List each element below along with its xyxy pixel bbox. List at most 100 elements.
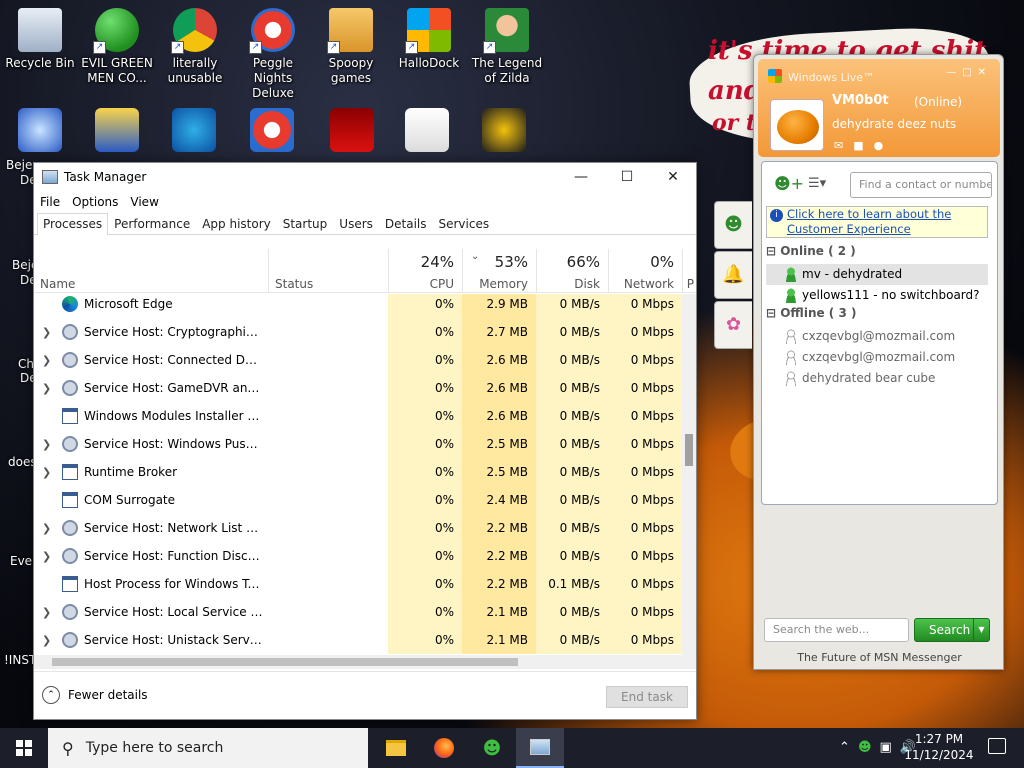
close-button[interactable]: ✕	[650, 163, 696, 191]
desktop-icon[interactable]: ↗ Peggle Nights Deluxe	[233, 8, 313, 101]
title-bar[interactable]: Task Manager — ☐ ✕	[34, 163, 696, 191]
messenger-taskbar-button[interactable]: ☻	[468, 728, 516, 768]
desktop-icon[interactable]: ↗ HalloDock	[389, 8, 469, 71]
add-contact-icon[interactable]: ☻+	[774, 174, 804, 193]
minimize-button[interactable]: —	[558, 163, 604, 191]
column-memory[interactable]: ⌄ 53% Memory	[462, 249, 536, 293]
table-row[interactable]: 0% 2.6 MB 0 MB/s 0 Mbps ❯ Service Host: Conne…	[34, 346, 682, 374]
desktop-partial-label[interactable]: Ch	[18, 357, 34, 371]
chevron-right-icon[interactable]: ❯	[42, 326, 51, 339]
chevron-right-icon[interactable]: ❯	[42, 522, 51, 535]
collapse-icon[interactable]: ⊟	[766, 244, 780, 258]
maximize-button[interactable]: ☐	[604, 163, 650, 191]
desktop-icon[interactable]	[330, 108, 374, 152]
contact-item[interactable]: cxzqevbgl@mozmail.com	[766, 326, 988, 347]
chevron-right-icon[interactable]: ❯	[42, 606, 51, 619]
menu-file[interactable]: File	[40, 195, 60, 209]
online-status[interactable]: (Online)	[914, 95, 962, 109]
start-button[interactable]	[0, 728, 48, 768]
contact-search-input[interactable]: Find a contact or numbe	[850, 172, 992, 198]
desktop-icon[interactable]	[482, 108, 526, 152]
contact-group-header[interactable]: ⊟ Offline ( 3 )	[766, 306, 856, 320]
chevron-right-icon[interactable]: ❯	[42, 466, 51, 479]
desktop-icon[interactable]: ↗ literally unusable	[155, 8, 235, 86]
web-search-input[interactable]: Search the web...	[764, 618, 909, 642]
desktop-icon[interactable]	[18, 108, 62, 152]
notification-icon[interactable]	[988, 738, 1006, 754]
fewer-details-button[interactable]: ⌃ Fewer details	[42, 686, 148, 704]
end-task-button[interactable]: End task	[606, 686, 688, 708]
menu-view[interactable]: View	[130, 195, 158, 209]
table-row[interactable]: 0% 2.6 MB 0 MB/s 0 Mbps Windows Modules Inst…	[34, 402, 682, 430]
task-manager-taskbar-button[interactable]	[516, 728, 564, 768]
firefox-taskbar-button[interactable]	[420, 728, 468, 768]
column-network[interactable]: 0% Network	[608, 249, 682, 293]
web-search-button[interactable]: Search ▼	[914, 618, 990, 642]
column-disk[interactable]: 66% Disk	[536, 249, 608, 293]
display-name[interactable]: VM0b0t	[832, 93, 889, 108]
chevron-right-icon[interactable]: ❯	[42, 382, 51, 395]
desktop-icon[interactable]: ↗ The Legend of Zilda	[467, 8, 547, 86]
view-options-icon[interactable]: ☰▾	[808, 176, 826, 191]
chevron-right-icon[interactable]: ❯	[42, 354, 51, 367]
scroll-thumb[interactable]	[685, 434, 693, 466]
file-explorer-taskbar-button[interactable]	[372, 728, 420, 768]
desktop-icon[interactable]	[172, 108, 216, 152]
banner-link[interactable]: Customer Experience	[787, 222, 987, 237]
contact-item[interactable]: mv - dehydrated	[766, 264, 988, 285]
personal-message[interactable]: dehydrate deez nuts	[832, 117, 956, 131]
tab-processes[interactable]: Processes	[37, 213, 109, 235]
network-icon[interactable]: ▣	[880, 740, 900, 755]
desktop-icon[interactable]	[405, 108, 449, 152]
avatar[interactable]	[770, 99, 824, 151]
table-row[interactable]: 0% 2.1 MB 0 MB/s 0 Mbps ❯ Service Host: Local…	[34, 598, 682, 626]
table-row[interactable]: 0% 2.9 MB 0 MB/s 0 Mbps Microsoft Edge	[34, 294, 682, 318]
banner-link[interactable]: Click here to learn about the	[787, 207, 987, 222]
vertical-scrollbar[interactable]	[682, 294, 696, 656]
tab-app-history[interactable]: App history	[196, 213, 277, 234]
alerts-tab[interactable]: 🔔	[714, 251, 752, 299]
horizontal-scrollbar[interactable]	[34, 655, 696, 669]
tab-details[interactable]: Details	[379, 213, 433, 234]
info-banner[interactable]: i Click here to learn about the Customer…	[766, 206, 988, 238]
desktop-icon[interactable]: ↗ Spoopy games	[311, 8, 391, 86]
contact-item[interactable]: cxzqevbgl@mozmail.com	[766, 347, 988, 368]
tab-startup[interactable]: Startup	[277, 213, 334, 234]
desktop-icon[interactable]: ↗ EVIL GREEN MEN CO...	[77, 8, 157, 86]
table-row[interactable]: 0% 2.2 MB 0 MB/s 0 Mbps ❯ Service Host: Netwo…	[34, 514, 682, 542]
desktop-icon[interactable]: Recycle Bin	[0, 8, 80, 71]
column-status[interactable]: Status	[268, 249, 388, 293]
column-cpu[interactable]: 24% CPU	[388, 249, 462, 293]
msn-tray-icon[interactable]: ☻	[858, 740, 880, 755]
table-row[interactable]: 0% 2.7 MB 0 MB/s 0 Mbps ❯ Service Host: Crypt…	[34, 318, 682, 346]
chevron-right-icon[interactable]: ❯	[42, 438, 51, 451]
desktop-partial-label[interactable]: !INST	[4, 653, 36, 667]
table-row[interactable]: 0% 2.6 MB 0 MB/s 0 Mbps ❯ Service Host: GameD…	[34, 374, 682, 402]
menu-options[interactable]: Options	[72, 195, 118, 209]
tab-users[interactable]: Users	[333, 213, 379, 234]
table-row[interactable]: 0% 2.2 MB 0.1 MB/s 0 Mbps Host Process for W…	[34, 570, 682, 598]
desktop-icon[interactable]	[95, 108, 139, 152]
table-row[interactable]: 0% 2.2 MB 0 MB/s 0 Mbps ❯ Service Host: Funct…	[34, 542, 682, 570]
chevron-right-icon[interactable]: ❯	[42, 634, 51, 647]
tab-performance[interactable]: Performance	[108, 213, 196, 234]
desktop-icon[interactable]	[250, 108, 294, 152]
chevron-down-icon[interactable]: ▼	[973, 619, 989, 641]
tab-services[interactable]: Services	[433, 213, 496, 234]
taskbar-search[interactable]: ⚲ Type here to search	[48, 728, 368, 768]
profile-action-icons[interactable]: ✉■●	[834, 139, 893, 152]
table-row[interactable]: 0% 2.5 MB 0 MB/s 0 Mbps ❯ Service Host: Windo…	[34, 430, 682, 458]
table-row[interactable]: 0% 2.5 MB 0 MB/s 0 Mbps ❯ Runtime Broker	[34, 458, 682, 486]
column-power[interactable]: P	[682, 249, 696, 293]
desktop-partial-label[interactable]: Beje	[6, 158, 32, 172]
collapse-icon[interactable]: ⊟	[766, 306, 780, 320]
window-controls[interactable]: —□✕	[946, 67, 992, 78]
column-name[interactable]: Name	[34, 249, 268, 293]
contact-item[interactable]: dehydrated bear cube	[766, 368, 988, 389]
chevron-right-icon[interactable]: ❯	[42, 550, 51, 563]
shared-tab[interactable]: ✿	[714, 301, 752, 349]
clock[interactable]: 1:27 PM 11/12/2024	[902, 731, 976, 763]
table-row[interactable]: 0% 2.1 MB 0 MB/s 0 Mbps ❯ Service Host: Unist…	[34, 626, 682, 654]
chevron-up-icon[interactable]: ⌃	[839, 740, 858, 755]
contact-group-header[interactable]: ⊟ Online ( 2 )	[766, 244, 856, 258]
